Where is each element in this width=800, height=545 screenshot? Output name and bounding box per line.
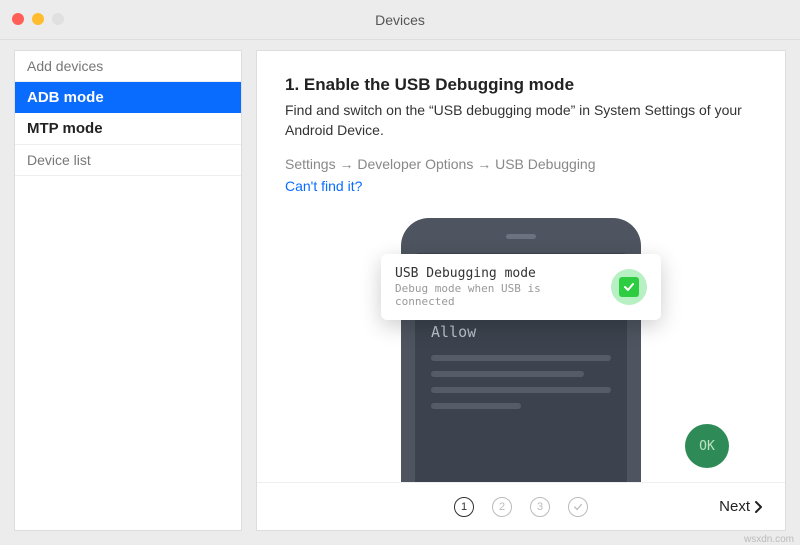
phone-text-line [431, 403, 521, 409]
zoom-icon[interactable] [52, 13, 64, 25]
chevron-right-icon [754, 500, 763, 514]
phone-speaker [506, 234, 536, 239]
phone-text-line [431, 387, 611, 393]
settings-breadcrumb: Settings → Developer Options → USB Debug… [285, 156, 757, 172]
sidebar: Add devices ADB mode MTP mode Device lis… [14, 50, 242, 531]
sidebar-item-mtp-mode[interactable]: MTP mode [15, 113, 241, 144]
wizard-footer: 1 2 3 Next [257, 482, 785, 530]
step-indicator: 1 2 3 [454, 497, 588, 517]
step-1[interactable]: 1 [454, 497, 474, 517]
step-done[interactable] [568, 497, 588, 517]
titlebar: Devices [0, 0, 800, 40]
minimize-icon[interactable] [32, 13, 44, 25]
content-panel: 1. Enable the USB Debugging mode Find an… [256, 50, 786, 531]
sidebar-header-add-devices: Add devices [15, 51, 241, 82]
phone-text-line [431, 355, 611, 361]
check-icon [619, 277, 639, 297]
sidebar-item-adb-mode[interactable]: ADB mode [15, 82, 241, 113]
step-3[interactable]: 3 [530, 497, 550, 517]
watermark: wsxdn.com [744, 534, 794, 545]
next-label: Next [719, 498, 750, 515]
cant-find-it-link[interactable]: Can't find it? [285, 178, 757, 194]
phone-ok-button: OK [685, 424, 729, 468]
phone-text-line [431, 371, 584, 377]
usb-debugging-callout: USB Debugging mode Debug mode when USB i… [381, 254, 661, 320]
step-description: Find and switch on the “USB debugging mo… [285, 101, 757, 140]
callout-title: USB Debugging mode [395, 266, 601, 281]
sidebar-header-device-list: Device list [15, 144, 241, 176]
main: Add devices ADB mode MTP mode Device lis… [0, 40, 800, 545]
step-heading: 1. Enable the USB Debugging mode [285, 75, 757, 95]
checkbox-badge [611, 269, 647, 305]
callout-subtitle: Debug mode when USB is connected [395, 282, 601, 308]
step-2[interactable]: 2 [492, 497, 512, 517]
window-title: Devices [375, 12, 425, 28]
phone-prompt-title: Allow [431, 323, 611, 341]
window-controls [12, 13, 64, 25]
close-icon[interactable] [12, 13, 24, 25]
illustration: Allow OK USB Debugging mode Debug mode w… [285, 208, 757, 482]
next-button[interactable]: Next [719, 498, 763, 515]
